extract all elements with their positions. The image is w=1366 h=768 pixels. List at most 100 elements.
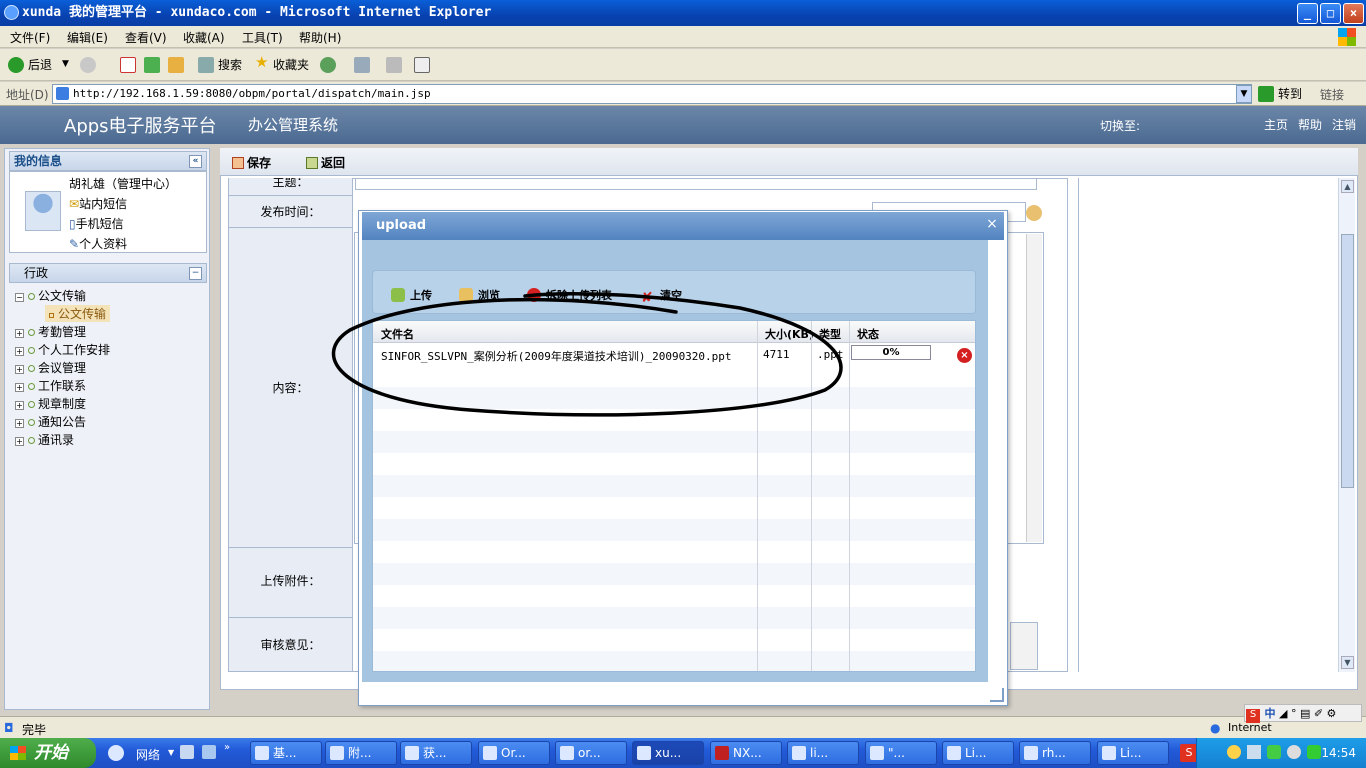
- tree-item-contacts[interactable]: + 通讯录: [15, 431, 74, 448]
- menu-view[interactable]: 查看(V): [125, 29, 167, 46]
- back-dropdown-icon[interactable]: ▼: [62, 59, 69, 69]
- menu-file[interactable]: 文件(F): [10, 29, 50, 46]
- collapse-icon[interactable]: −: [189, 267, 202, 280]
- refresh-icon[interactable]: [144, 57, 160, 73]
- tree-item-schedule[interactable]: + 个人工作安排: [15, 341, 110, 358]
- network-dropdown-icon[interactable]: ▼: [168, 748, 174, 757]
- links-button[interactable]: 链接: [1320, 86, 1344, 103]
- start-button[interactable]: 开始: [0, 738, 96, 768]
- task-3[interactable]: 获...: [400, 741, 472, 765]
- maximize-button[interactable]: □: [1320, 3, 1341, 24]
- back-arrow-icon[interactable]: [8, 57, 24, 73]
- forward-arrow-icon[interactable]: [80, 57, 96, 73]
- ime-mode[interactable]: 中: [1265, 707, 1276, 720]
- nav-logout[interactable]: 注销: [1332, 116, 1356, 133]
- history-icon[interactable]: [320, 57, 336, 73]
- quicklaunch-more-icon[interactable]: »: [224, 742, 230, 753]
- search-icon[interactable]: [198, 57, 214, 73]
- security-icon[interactable]: [1307, 745, 1321, 759]
- favorites-button[interactable]: 收藏夹: [273, 56, 309, 73]
- print-icon[interactable]: [386, 57, 402, 73]
- qq-icon[interactable]: [1227, 745, 1241, 759]
- expand-icon[interactable]: +: [15, 437, 24, 446]
- show-desktop-icon[interactable]: [202, 745, 216, 759]
- remove-list-button[interactable]: 拆除上传列表: [527, 287, 612, 303]
- edit-icon[interactable]: [414, 57, 430, 73]
- expand-icon[interactable]: +: [15, 419, 24, 428]
- editor-scrollbar[interactable]: [1026, 234, 1042, 542]
- internal-message-link[interactable]: ✉站内短信: [69, 195, 127, 212]
- tree-item-doc-transfer-child[interactable]: 公文传输: [45, 305, 111, 322]
- network-button[interactable]: 网络: [136, 746, 160, 763]
- tree-item-meeting[interactable]: + 会议管理: [15, 359, 86, 376]
- menu-edit[interactable]: 编辑(E): [67, 29, 108, 46]
- save-button[interactable]: 保存: [232, 154, 271, 171]
- close-button[interactable]: ×: [1343, 3, 1364, 24]
- collapse-icon[interactable]: −: [15, 293, 24, 302]
- page-scrollbar[interactable]: ▲ ▼: [1338, 178, 1355, 672]
- minimize-button[interactable]: _: [1297, 3, 1318, 24]
- review-scrollbar[interactable]: [1010, 622, 1038, 670]
- expand-icon[interactable]: +: [15, 401, 24, 410]
- task-12[interactable]: Li...: [1097, 741, 1169, 765]
- scroll-up-icon[interactable]: ▲: [1341, 180, 1354, 193]
- subject-input[interactable]: [355, 178, 1037, 190]
- quicklaunch-icon[interactable]: [180, 745, 194, 759]
- task-7[interactable]: NX...: [710, 741, 782, 765]
- task-1[interactable]: 基...: [250, 741, 322, 765]
- task-6-active[interactable]: xu...: [632, 741, 704, 765]
- tree-item-attendance[interactable]: + 考勤管理: [15, 323, 86, 340]
- switch-label[interactable]: 切换至:: [1100, 117, 1140, 134]
- ime-toolbar[interactable]: S 中 ◢ ° ▤ ✐ ⚙: [1244, 704, 1362, 723]
- nav-help[interactable]: 帮助: [1298, 116, 1322, 133]
- stop-icon[interactable]: [120, 57, 136, 73]
- home-icon[interactable]: [168, 57, 184, 73]
- resize-grip-icon[interactable]: [990, 688, 1004, 702]
- col-size[interactable]: 大小(KB): [765, 326, 814, 342]
- tree-item-work-contact[interactable]: + 工作联系: [15, 377, 86, 394]
- sms-link[interactable]: ▯手机短信: [69, 215, 124, 232]
- menu-favorites[interactable]: 收藏(A): [183, 29, 225, 46]
- col-type[interactable]: 类型: [819, 326, 841, 342]
- task-11[interactable]: rh...: [1019, 741, 1091, 765]
- tree-item-notices[interactable]: + 通知公告: [15, 413, 86, 430]
- task-8[interactable]: li...: [787, 741, 859, 765]
- task-9[interactable]: "...: [865, 741, 937, 765]
- menu-tools[interactable]: 工具(T): [242, 29, 283, 46]
- scroll-down-icon[interactable]: ▼: [1341, 656, 1354, 669]
- search-button[interactable]: 搜索: [218, 56, 242, 73]
- mail-icon[interactable]: [354, 57, 370, 73]
- tree-item-rules[interactable]: + 规章制度: [15, 395, 86, 412]
- upload-button[interactable]: 上传: [391, 287, 432, 303]
- ie-quicklaunch-icon[interactable]: [108, 745, 124, 761]
- col-status[interactable]: 状态: [857, 326, 879, 342]
- task-5[interactable]: or...: [555, 741, 627, 765]
- tree-item-doc-transfer[interactable]: − 公文传输: [15, 287, 86, 304]
- task-2[interactable]: 附...: [325, 741, 397, 765]
- menu-help[interactable]: 帮助(H): [299, 29, 341, 46]
- antivirus-icon[interactable]: [1287, 745, 1301, 759]
- dialog-close-button[interactable]: ×: [984, 216, 1000, 232]
- user-select-icon[interactable]: [1026, 205, 1042, 221]
- col-filename[interactable]: 文件名: [381, 326, 414, 342]
- address-dropdown-icon[interactable]: ▼: [1236, 85, 1252, 103]
- nav-home[interactable]: 主页: [1264, 116, 1288, 133]
- shield-icon[interactable]: [1267, 745, 1281, 759]
- back-button[interactable]: 后退: [28, 56, 52, 73]
- task-4[interactable]: Or...: [478, 741, 550, 765]
- delete-file-icon[interactable]: ×: [957, 348, 972, 363]
- dialog-header[interactable]: upload: [362, 212, 1004, 240]
- collapse-icon[interactable]: «: [189, 155, 202, 168]
- expand-icon[interactable]: +: [15, 365, 24, 374]
- favorites-star-icon[interactable]: ★: [255, 53, 268, 71]
- expand-icon[interactable]: +: [15, 383, 24, 392]
- go-button[interactable]: 转到: [1258, 85, 1302, 102]
- scroll-thumb[interactable]: [1341, 234, 1354, 488]
- expand-icon[interactable]: +: [15, 329, 24, 338]
- profile-link[interactable]: ✎个人资料: [69, 235, 127, 252]
- return-button[interactable]: 返回: [306, 154, 345, 171]
- address-input[interactable]: http://192.168.1.59:8080/obpm/portal/dis…: [52, 84, 1252, 104]
- clear-button[interactable]: ✘ 清空: [641, 287, 682, 305]
- browse-button[interactable]: 浏览: [459, 287, 500, 303]
- task-10[interactable]: Li...: [942, 741, 1014, 765]
